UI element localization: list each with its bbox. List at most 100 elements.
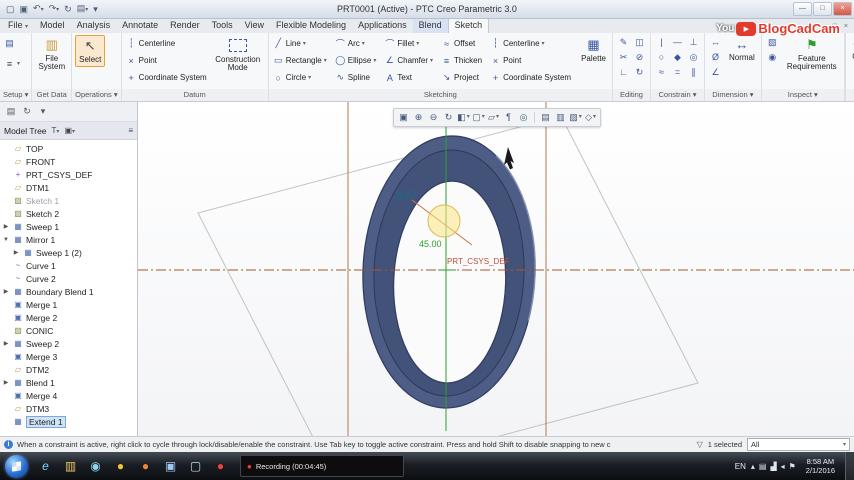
point-datum-button[interactable]: × Point: [125, 52, 208, 69]
highlight-open-ends-icon[interactable]: ◉: [765, 50, 780, 64]
expand-arrow-icon[interactable]: ▶: [2, 223, 10, 230]
ok-button[interactable]: ✓ OK: [849, 35, 854, 63]
sketch-display-filters-icon[interactable]: ▨ ▾: [568, 110, 583, 125]
rotate-resize-icon[interactable]: ↻: [632, 65, 647, 79]
line-button[interactable]: ╱ Line ▾: [272, 35, 328, 52]
expand-arrow-icon[interactable]: ▶: [2, 340, 10, 347]
overlapping-geometry-icon[interactable]: ▧: [765, 35, 780, 49]
tree-item[interactable]: ▨ Sketch 1: [0, 194, 137, 207]
group-label-setup[interactable]: Setup ▾: [0, 89, 32, 101]
minimize-icon[interactable]: —: [793, 2, 812, 16]
chamfer-button[interactable]: ∠ Chamfer ▾: [383, 52, 434, 69]
sketch-canvas[interactable]: 25.57 45.00 PRT_CSYS_DEF: [138, 101, 854, 437]
vertical-constraint-icon[interactable]: |: [654, 35, 669, 49]
tab-annotate[interactable]: Annotate: [116, 19, 164, 33]
tree-item[interactable]: ▣ Merge 3: [0, 350, 137, 363]
fillet-button[interactable]: ⌒ Fillet ▾: [383, 35, 434, 52]
tangent-constraint-icon[interactable]: ○: [654, 50, 669, 64]
expand-arrow-icon[interactable]: ▶: [12, 249, 20, 256]
mirror-icon[interactable]: ◫: [632, 35, 647, 49]
annotation-display-icon[interactable]: ¶: [501, 110, 516, 125]
regenerate-icon[interactable]: ↻: [62, 2, 74, 16]
tree-item[interactable]: ▱ FRONT: [0, 155, 137, 168]
redo-icon[interactable]: ↷▾: [47, 1, 62, 17]
tree-item[interactable]: ▶ ▦ Sweep 2: [0, 337, 137, 350]
folder-icon[interactable]: ▥: [58, 454, 83, 478]
coordinate-system-button[interactable]: + Coordinate System: [489, 69, 572, 86]
model-ring[interactable]: [358, 133, 539, 411]
show-desktop-button[interactable]: [845, 452, 854, 480]
taskbar-clock[interactable]: 8:58 AM 2/1/2016: [801, 457, 840, 475]
radius-dimension-text[interactable]: 25.57: [394, 190, 417, 200]
saved-orientations-icon[interactable]: ◇ ▾: [583, 110, 598, 125]
start-button[interactable]: [5, 454, 28, 478]
tab-analysis[interactable]: Analysis: [71, 19, 117, 33]
expand-arrow-icon[interactable]: ▶: [2, 288, 10, 295]
group-label-inspect[interactable]: Inspect ▾: [761, 89, 844, 101]
equal-constraint-icon[interactable]: =: [670, 65, 685, 79]
tree-item[interactable]: ▦ Extend 1: [0, 415, 137, 428]
sketch-view-icon[interactable]: ▥: [553, 110, 568, 125]
coordinate-system-datum-button[interactable]: + Coordinate System: [125, 69, 208, 86]
tree-item[interactable]: ▣ Merge 4: [0, 389, 137, 402]
tree-item[interactable]: ~ Curve 2: [0, 272, 137, 285]
one-by-one-button[interactable]: ▤: [3, 35, 16, 52]
tree-columns-icon[interactable]: ▣▾: [64, 126, 75, 135]
tree-settings-icon[interactable]: ≡: [128, 126, 133, 135]
tab-sketch[interactable]: Sketch: [447, 18, 490, 33]
tree-item[interactable]: ▱ DTM3: [0, 402, 137, 415]
parallel-constraint-icon[interactable]: ∥: [686, 65, 701, 79]
height-dimension-text[interactable]: 45.00: [419, 239, 442, 249]
doc-close-icon[interactable]: ×: [842, 20, 850, 33]
customize-quick-access-icon[interactable]: ▾: [91, 2, 100, 16]
arc-button[interactable]: ⌒ Arc ▾: [334, 35, 378, 52]
selection-handle-circle[interactable]: [427, 204, 461, 238]
file-system-button[interactable]: ▥ File System: [35, 35, 68, 74]
display-style-icon[interactable]: ▢ ▾: [471, 110, 486, 125]
graphics-area[interactable]: 25.57 45.00 PRT_CSYS_DEF ▣ ⊕ ⊖ ↻ ◧ ▾ ▢ ▾ ▱ ▾ ¶ ◎ ▤ ▥ ▨…: [138, 101, 854, 437]
thicken-button[interactable]: ≡ Thicken: [440, 52, 483, 69]
tree-item[interactable]: ▶ ▦ Blend 1: [0, 376, 137, 389]
display-tray-icon[interactable]: ▤: [759, 462, 767, 471]
project-button[interactable]: ↘ Project: [440, 69, 483, 86]
maximize-icon[interactable]: □: [813, 2, 832, 16]
firefox-icon[interactable]: ●: [133, 454, 158, 478]
tab-file[interactable]: File ▾: [2, 19, 34, 33]
dimension-icon[interactable]: ↔: [708, 35, 723, 49]
filter-funnel-icon[interactable]: ▽: [697, 440, 703, 449]
tab-tools[interactable]: Tools: [206, 19, 239, 33]
perpendicular-constraint-icon[interactable]: ⊥: [686, 35, 701, 49]
undo-icon[interactable]: ↶▾: [31, 1, 46, 17]
close-icon[interactable]: ×: [833, 2, 852, 16]
zoom-in-icon[interactable]: ⊕: [411, 110, 426, 125]
datum-display-filters-icon[interactable]: ▱ ▾: [486, 110, 501, 125]
csys-label-text[interactable]: PRT_CSYS_DEF: [447, 257, 510, 266]
symmetric-constraint-icon[interactable]: ≈: [654, 65, 669, 79]
angle-dimension-icon[interactable]: ∠: [708, 65, 723, 79]
midpoint-constraint-icon[interactable]: ◆: [670, 50, 685, 64]
point-button[interactable]: × Point: [489, 52, 572, 69]
coincident-constraint-icon[interactable]: ◎: [686, 50, 701, 64]
windows-icon[interactable]: ▤▾: [75, 1, 91, 17]
diameter-dimension-icon[interactable]: Ø: [708, 50, 723, 64]
expand-arrow-icon[interactable]: ▼: [2, 237, 10, 243]
new-file-icon[interactable]: ▢: [4, 2, 17, 16]
sketch-setup-button[interactable]: ≡ ▾: [3, 55, 21, 72]
save-icon[interactable]: ▣: [18, 2, 31, 16]
zoom-out-icon[interactable]: ⊖: [426, 110, 441, 125]
show-hidden-icons-icon[interactable]: ▴: [751, 462, 755, 471]
modify-icon[interactable]: ✎: [616, 35, 631, 49]
tab-applications[interactable]: Applications: [352, 19, 413, 33]
repaint-icon[interactable]: ↻: [441, 110, 456, 125]
navigator-options-icon[interactable]: ▾: [37, 104, 49, 118]
volume-tray-icon[interactable]: ◂: [781, 462, 785, 471]
selection-filter-dropdown[interactable]: All ▾: [747, 438, 850, 451]
divide-icon[interactable]: ✂: [616, 50, 631, 64]
select-button[interactable]: ↖ Select: [75, 35, 106, 68]
expand-arrow-icon[interactable]: ▶: [2, 379, 10, 386]
refresh-tree-icon[interactable]: ↻: [21, 104, 33, 118]
remote-desktop-icon[interactable]: ▣: [158, 454, 183, 478]
group-label-dimension[interactable]: Dimension ▾: [705, 89, 761, 101]
action-center-icon[interactable]: ⚑: [789, 462, 796, 471]
feature-requirements-button[interactable]: ⚑ Feature Requirements: [783, 35, 841, 74]
